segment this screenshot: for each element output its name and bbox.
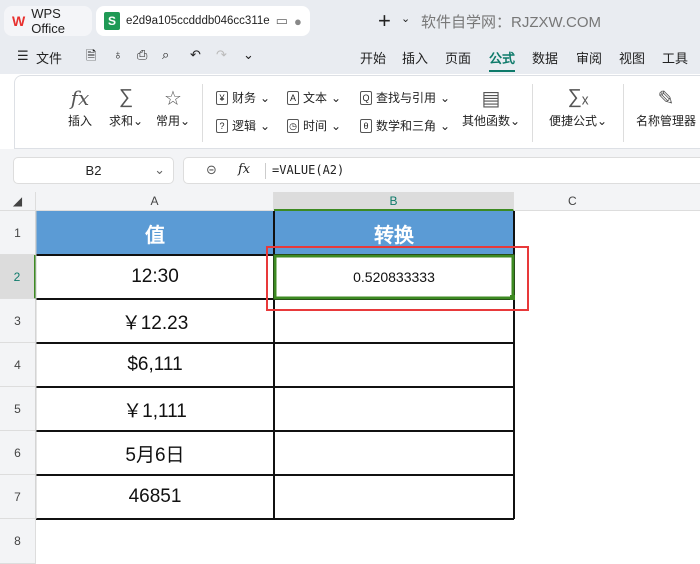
- finance-icon: ¥: [216, 90, 228, 105]
- logic-icon: ?: [216, 118, 228, 133]
- label: 求和: [108, 114, 133, 128]
- name-box-value: B2: [85, 163, 102, 178]
- quick-formula-icon: ∑ₓ: [567, 86, 589, 108]
- menu-view[interactable]: 视图: [619, 48, 645, 67]
- lookup-icon: Q: [360, 90, 372, 105]
- time-button[interactable]: ◷ 时间 ⌄: [287, 117, 341, 134]
- label: 文本: [303, 91, 328, 105]
- menu-bar: ☰ 文件 🗎 ♁ ⎙ ⌕ ↶ ↷ ⌄ 开始 插入 页面 公式 数据 审阅 视图 …: [0, 40, 700, 74]
- other-functions-button[interactable]: ▤ 其他函数⌄: [459, 86, 523, 129]
- clock-icon: ◷: [287, 118, 299, 133]
- share-icon[interactable]: ♁: [113, 47, 123, 62]
- fx-icon: fx: [70, 86, 90, 110]
- redo-icon[interactable]: ↷: [216, 47, 227, 63]
- table-borders: [35, 211, 529, 520]
- selection-outline: [273, 254, 515, 300]
- menu-page[interactable]: 页面: [445, 48, 471, 67]
- formula-bar: ⊝ fx =VALUE(A2): [183, 157, 700, 184]
- menu-home[interactable]: 开始: [360, 48, 386, 67]
- ribbon: fx 插入 ∑ 求和⌄ ☆ 常用⌄ ¥ 财务 ⌄ ? 逻辑 ⌄ A 文本 ⌄ ◷ 时间 ⌄ Q 查找与引…: [14, 75, 700, 149]
- spreadsheet-grid: ◢ A B C 1 2 3 4 5 6 7 8 值 转换 12:30 ￥12.2…: [0, 192, 700, 564]
- label: 逻辑: [232, 119, 257, 133]
- chevron-down-icon[interactable]: ⌄: [154, 162, 165, 178]
- label: 数学和三角: [376, 119, 437, 133]
- other-functions-icon: ▤: [481, 88, 501, 110]
- tab-document[interactable]: Se2d9a105ccdddb046cc311e ▭ ●: [96, 6, 310, 36]
- divider: [623, 84, 624, 142]
- undo-icon[interactable]: ↶: [190, 47, 201, 63]
- menu-file[interactable]: 文件: [36, 48, 62, 67]
- label: 其他函数: [461, 114, 510, 128]
- menu-insert[interactable]: 插入: [402, 48, 428, 67]
- text-icon: A: [287, 90, 299, 105]
- insert-function-button[interactable]: fx 插入: [65, 86, 95, 129]
- label: 常用: [155, 114, 180, 128]
- sigma-icon: ∑: [118, 86, 134, 108]
- label: 财务: [232, 91, 257, 105]
- menu-formula[interactable]: 公式: [489, 48, 516, 72]
- menu-data[interactable]: 数据: [532, 48, 558, 67]
- label: 查找与引用: [376, 91, 437, 105]
- watermark: 软件自学网：RJZXW.COM: [421, 14, 601, 31]
- hamburger-icon[interactable]: ☰: [17, 48, 29, 64]
- menu-tools[interactable]: 工具: [662, 48, 688, 67]
- sum-button[interactable]: ∑ 求和⌄: [107, 86, 145, 129]
- tab-label: e2d9a105ccdddb046cc311e: [126, 15, 270, 27]
- spreadsheet-icon: S: [104, 12, 120, 30]
- name-box[interactable]: B2 ⌄: [13, 157, 174, 184]
- name-manager-icon: ✎: [657, 88, 675, 110]
- menu-review[interactable]: 审阅: [576, 48, 602, 67]
- tab-label: WPS Office: [31, 6, 65, 36]
- new-tab-icon[interactable]: +: [378, 8, 391, 34]
- monitor-icon: ▭: [275, 13, 288, 28]
- common-button[interactable]: ☆ 常用⌄: [153, 86, 193, 129]
- text-button[interactable]: A 文本 ⌄: [287, 89, 341, 106]
- lookup-button[interactable]: Q 查找与引用 ⌄: [360, 89, 450, 106]
- math-button[interactable]: θ 数学和三角 ⌄: [360, 117, 450, 134]
- quick-formula-button[interactable]: ∑ₓ 便捷公式⌄: [548, 86, 608, 129]
- finance-button[interactable]: ¥ 财务 ⌄: [216, 89, 270, 106]
- wps-logo-icon: W: [12, 13, 26, 29]
- name-manager-button[interactable]: ✎ 名称管理器: [631, 86, 700, 129]
- label: 便捷公式: [548, 114, 597, 128]
- dot-icon: ●: [293, 13, 302, 29]
- tab-bar: W WPS Office Se2d9a105ccdddb046cc311e ▭ ● +…: [0, 0, 700, 40]
- print-preview-icon[interactable]: ⌕: [162, 47, 169, 63]
- label: 插入: [67, 114, 92, 128]
- star-icon: ☆: [164, 88, 182, 110]
- save-icon[interactable]: 🗎: [86, 47, 96, 69]
- divider: [265, 163, 266, 179]
- zoom-icon[interactable]: ⊝: [206, 162, 217, 178]
- divider: [202, 84, 203, 142]
- logic-button[interactable]: ? 逻辑 ⌄: [216, 117, 270, 134]
- divider: [532, 84, 533, 142]
- fx-icon[interactable]: fx: [238, 162, 250, 177]
- more-icon[interactable]: ⌄: [243, 47, 254, 63]
- chevron-down-icon[interactable]: ⌄: [401, 12, 410, 25]
- print-icon[interactable]: ⎙: [137, 47, 147, 63]
- formula-input[interactable]: =VALUE(A2): [272, 163, 344, 177]
- fill-handle: [510, 295, 515, 300]
- label: 名称管理器: [635, 114, 696, 128]
- math-icon: θ: [360, 118, 372, 133]
- label: 时间: [303, 119, 328, 133]
- tab-wps-office[interactable]: W WPS Office: [4, 6, 92, 36]
